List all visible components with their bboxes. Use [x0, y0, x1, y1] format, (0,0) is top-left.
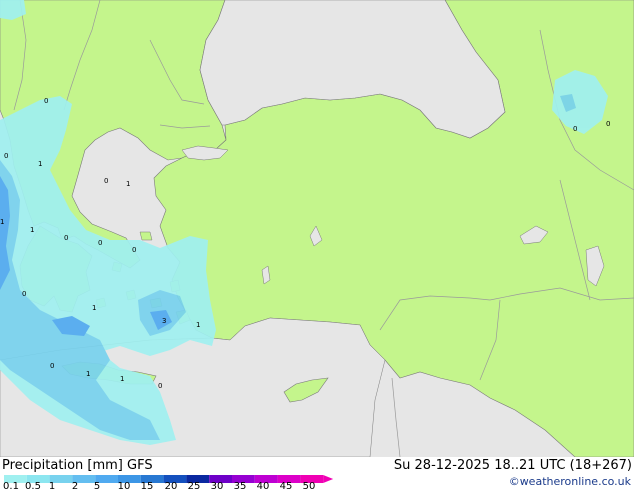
precip-label: 3	[162, 317, 166, 325]
precip-label: 0	[64, 234, 68, 242]
precip-label: 1	[86, 370, 90, 378]
weather-map-view: 1 0 0 1 1 0 0 0 1 0 3 1 1 0 1 1 0 0 0 0 …	[0, 0, 634, 492]
precipitation-map: 1 0 0 1 1 0 0 0 1 0 3 1 1 0 1 1 0 0 0 0	[0, 0, 634, 457]
scale-tick: 30	[210, 481, 224, 492]
precip-label: 0	[44, 97, 48, 105]
scale-tick: 50	[302, 481, 316, 492]
map-title: Precipitation [mm] GFS	[2, 458, 153, 473]
scale-tick: 0.1	[3, 481, 19, 492]
scale-tick: 35	[233, 481, 247, 492]
scale-tick: 1	[48, 481, 56, 492]
precip-label: 0	[158, 382, 162, 390]
precip-label: 1	[126, 180, 130, 188]
scale-tick: 10	[117, 481, 131, 492]
valid-time: Su 28-12-2025 18..21 UTC (18+267)	[393, 458, 632, 473]
precip-label: 0	[50, 362, 54, 370]
precip-label: 0	[98, 239, 102, 247]
precip-label: 1	[92, 304, 96, 312]
precip-label: 1	[38, 160, 42, 168]
precip-label: 0	[4, 152, 8, 160]
precip-label: 1	[120, 375, 124, 383]
precip-label: 1	[30, 226, 34, 234]
credit-link[interactable]: ©weatheronline.co.uk	[509, 475, 631, 488]
precip-label: 0	[606, 120, 610, 128]
scale-tick: 45	[279, 481, 293, 492]
precip-label: 0	[132, 246, 136, 254]
scale-tick: 2	[71, 481, 79, 492]
scale-tick: 40	[256, 481, 270, 492]
scale-tick: 15	[140, 481, 154, 492]
scale-tick: 20	[164, 481, 178, 492]
scale-overflow-arrow	[323, 475, 334, 483]
scale-tick: 5	[93, 481, 101, 492]
precip-label: 1	[0, 218, 4, 226]
precip-label: 0	[22, 290, 26, 298]
precip-label: 1	[196, 321, 200, 329]
scale-tick: 0.5	[25, 481, 41, 492]
precip-label: 0	[573, 125, 577, 133]
scale-tick: 25	[187, 481, 201, 492]
precip-label: 0	[104, 177, 108, 185]
